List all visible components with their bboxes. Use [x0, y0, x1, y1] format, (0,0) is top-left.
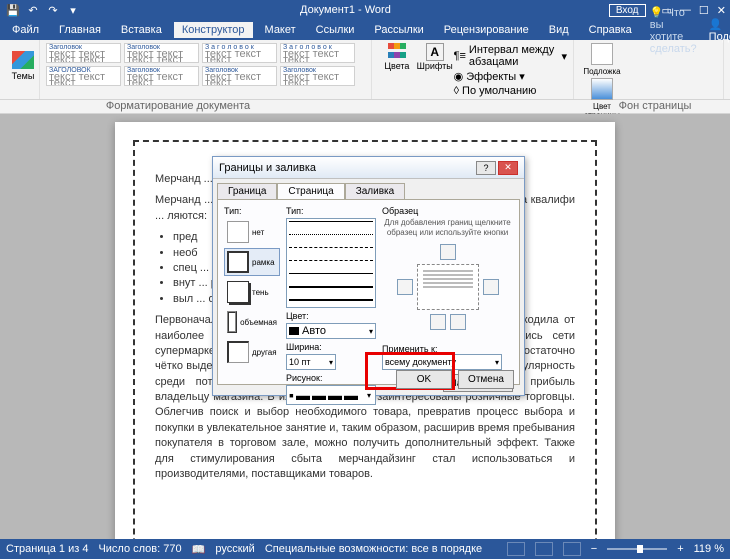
- border-right-toggle[interactable]: [483, 279, 499, 295]
- watermark-icon: [591, 43, 613, 65]
- tab-file[interactable]: Файл: [4, 22, 47, 38]
- tab-design[interactable]: Конструктор: [174, 22, 253, 38]
- preview-hint: Для добавления границ щелкните образец и…: [382, 218, 513, 238]
- border-bottom-toggle[interactable]: [430, 314, 446, 330]
- style-thumb[interactable]: З а г о л о в о ктекст текст текст: [280, 43, 355, 63]
- tab-help[interactable]: Справка: [581, 22, 640, 38]
- tab-references[interactable]: Ссылки: [308, 22, 363, 38]
- qat-dropdown-icon[interactable]: ▾: [64, 2, 82, 18]
- redo-icon[interactable]: ↷: [44, 2, 62, 18]
- undo-icon[interactable]: ↶: [24, 2, 42, 18]
- effects-button[interactable]: ◉ Эффекты ▾: [454, 69, 567, 84]
- dialog-help-icon[interactable]: ?: [476, 161, 496, 175]
- fonts-button[interactable]: A Шрифты: [416, 43, 454, 98]
- style-thumb[interactable]: Заголовоктекст текст текст: [124, 66, 199, 86]
- type-none[interactable]: нет: [224, 218, 280, 246]
- style-label: Тип:: [286, 206, 376, 216]
- themes-icon: [12, 51, 34, 69]
- border-diag-toggle[interactable]: [450, 314, 466, 330]
- style-thumb[interactable]: Заголовоктекст текст текст: [280, 66, 355, 86]
- ribbon: Темы Заголовоктекст текст текст текст За…: [0, 40, 730, 100]
- ok-button[interactable]: OK: [396, 370, 452, 389]
- themes-button[interactable]: Темы: [6, 43, 40, 89]
- colors-button[interactable]: Цвета: [378, 43, 416, 98]
- tab-shading[interactable]: Заливка: [345, 183, 406, 199]
- ribbon-tabs: Файл Главная Вставка Конструктор Макет С…: [0, 20, 730, 40]
- style-thumb[interactable]: Заголовоктекст текст текст текст: [46, 43, 121, 63]
- cancel-button[interactable]: Отмена: [458, 370, 514, 389]
- border-preview[interactable]: [417, 264, 479, 310]
- zoom-out-icon[interactable]: −: [591, 543, 597, 555]
- paragraph-spacing-button[interactable]: ¶≡ Интервал между абзацами ▾: [454, 43, 567, 69]
- zoom-slider[interactable]: [607, 548, 667, 550]
- window-title: Документ1 - Word: [82, 4, 609, 16]
- type-3d[interactable]: объемная: [224, 308, 280, 336]
- color-dropdown[interactable]: Авто: [286, 323, 376, 339]
- page-color-icon: [591, 78, 613, 100]
- set-default-button[interactable]: ◊ По умолчанию: [454, 84, 567, 98]
- line-style-list[interactable]: [286, 218, 376, 308]
- tab-review[interactable]: Рецензирование: [436, 22, 537, 38]
- border-left-toggle[interactable]: [397, 279, 413, 295]
- dialog-tabs: Граница Страница Заливка: [213, 179, 524, 199]
- style-thumb[interactable]: З а г о л о в о ктекст текст текст: [202, 43, 277, 63]
- art-dropdown[interactable]: ▪▬▬▬▬: [286, 385, 376, 405]
- print-layout-icon[interactable]: [535, 542, 553, 556]
- title-bar: 💾 ↶ ↷ ▾ Документ1 - Word Вход ▭ — ☐ ✕: [0, 0, 730, 20]
- save-icon[interactable]: 💾: [4, 2, 22, 18]
- tab-insert[interactable]: Вставка: [113, 22, 170, 38]
- type-shadow[interactable]: тень: [224, 278, 280, 306]
- read-mode-icon[interactable]: [507, 542, 525, 556]
- colors-icon: [388, 43, 406, 61]
- type-box[interactable]: рамка: [224, 248, 280, 276]
- dialog-title-text: Границы и заливка: [219, 162, 316, 174]
- language-status[interactable]: русский: [215, 543, 254, 555]
- tab-home[interactable]: Главная: [51, 22, 109, 38]
- border-top-toggle[interactable]: [440, 244, 456, 260]
- dialog-titlebar[interactable]: Границы и заливка ? ✕: [213, 157, 524, 179]
- style-thumb[interactable]: Заголовоктекст текст текст: [202, 66, 277, 86]
- preview-label: Образец: [382, 206, 513, 216]
- tab-mailings[interactable]: Рассылки: [366, 22, 431, 38]
- borders-shading-dialog: Границы и заливка ? ✕ Граница Страница З…: [212, 156, 525, 396]
- quick-access-toolbar: 💾 ↶ ↷ ▾: [4, 2, 82, 18]
- accessibility-status[interactable]: Специальные возможности: все в порядке: [265, 543, 482, 555]
- tab-layout[interactable]: Макет: [257, 22, 304, 38]
- ribbon-group-captions: Форматирование документа Фон страницы: [0, 100, 730, 114]
- login-button[interactable]: Вход: [609, 4, 646, 17]
- word-count[interactable]: Число слов: 770: [98, 543, 181, 555]
- style-thumb[interactable]: ЗАГОЛОВОКтекст текст текст: [46, 66, 121, 86]
- tab-border[interactable]: Граница: [217, 183, 277, 199]
- width-spinner[interactable]: 10 пт: [286, 354, 336, 370]
- document-formatting-gallery[interactable]: Заголовоктекст текст текст текст Заголов…: [46, 43, 366, 86]
- tab-view[interactable]: Вид: [541, 22, 577, 38]
- watermark-button[interactable]: Подложка: [580, 43, 624, 76]
- zoom-level[interactable]: 119 %: [694, 543, 724, 555]
- spellcheck-icon[interactable]: 📖: [192, 543, 206, 556]
- dialog-close-icon[interactable]: ✕: [498, 161, 518, 175]
- tab-page-border[interactable]: Страница: [277, 183, 344, 199]
- zoom-in-icon[interactable]: +: [677, 543, 683, 555]
- fonts-icon: A: [426, 43, 444, 61]
- type-custom[interactable]: другая: [224, 338, 280, 366]
- page-status[interactable]: Страница 1 из 4: [6, 543, 88, 555]
- web-layout-icon[interactable]: [563, 542, 581, 556]
- type-label: Тип:: [224, 206, 280, 216]
- status-bar: Страница 1 из 4 Число слов: 770 📖 русски…: [0, 539, 730, 559]
- style-thumb[interactable]: Заголовоктекст текст текст текст: [124, 43, 199, 63]
